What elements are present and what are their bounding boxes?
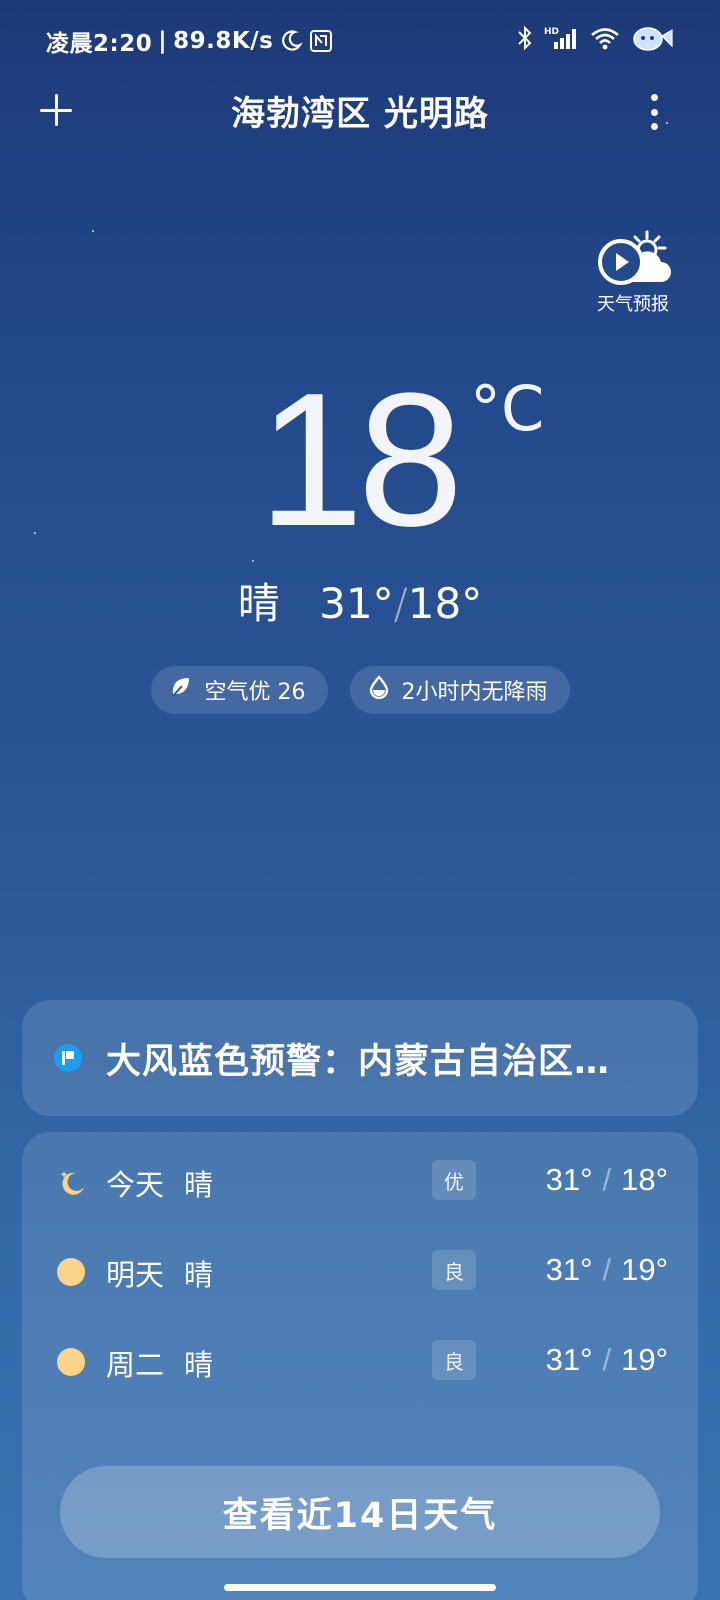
- header: 海勃湾区 光明路: [0, 80, 720, 144]
- day-high: 31°: [545, 1252, 593, 1287]
- day-low: 19°: [621, 1252, 668, 1287]
- day-name: 明天: [106, 1258, 165, 1292]
- current-temperature: 18: [258, 354, 463, 566]
- alert-flag-icon: [54, 1044, 82, 1072]
- temp-slash: /: [602, 1252, 612, 1287]
- sun-icon: [57, 1348, 85, 1376]
- rain-label: 2小时内无降雨: [401, 680, 548, 705]
- today-low: 18°: [407, 579, 483, 628]
- temp-slash: /: [602, 1342, 612, 1377]
- temperature-unit: °C: [470, 372, 545, 445]
- day-temps: 31° / 19°: [546, 1252, 668, 1288]
- daily-row-today[interactable]: 今天 晴 优 31° / 18°: [22, 1152, 698, 1212]
- nfc-icon: [309, 29, 333, 53]
- more-vertical-icon-dot: [650, 123, 658, 130]
- weather-alert-card[interactable]: 大风蓝色预警：内蒙古自治区…: [22, 1000, 698, 1116]
- moon-icon: [279, 29, 304, 53]
- rain-pill[interactable]: 2小时内无降雨: [349, 666, 570, 714]
- view-14-day-forecast-button[interactable]: 查看近14日天气: [60, 1466, 660, 1558]
- home-indicator[interactable]: [224, 1584, 496, 1591]
- water-drop-icon: [368, 675, 390, 705]
- battery-icon: [630, 24, 674, 52]
- day-condition: 晴: [184, 1348, 214, 1382]
- hd-signal-icon: HD: [544, 25, 580, 51]
- status-separator: |: [158, 28, 168, 54]
- current-temperature-block: 18 °C: [0, 360, 720, 560]
- star: [252, 560, 254, 562]
- status-left: 凌晨2:20 | 89.8K/s: [46, 24, 333, 58]
- temp-slash: /: [393, 579, 408, 628]
- info-pills: 空气优 26 2小时内无降雨: [0, 666, 720, 714]
- day-name: 今天: [106, 1168, 165, 1202]
- aqi-badge: 良: [432, 1340, 476, 1380]
- today-high: 31°: [319, 579, 394, 628]
- wifi-icon: [590, 26, 620, 50]
- status-time: 凌晨2:20: [46, 31, 153, 57]
- leaf-icon: [169, 675, 193, 705]
- location-title[interactable]: 海勃湾区 光明路: [0, 86, 720, 135]
- air-quality-label: 空气优 26: [204, 680, 306, 705]
- day-high: 31°: [545, 1162, 593, 1197]
- day-condition: 晴: [184, 1258, 214, 1292]
- crescent-moon-icon: [60, 1171, 84, 1195]
- daily-row-tomorrow[interactable]: 明天 晴 良 31° / 19°: [22, 1242, 698, 1302]
- daily-row-tuesday[interactable]: 周二 晴 良 31° / 19°: [22, 1332, 698, 1392]
- air-quality-pill[interactable]: 空气优 26: [150, 666, 328, 714]
- weather-forecast-video-button[interactable]: 天气预报: [588, 228, 678, 316]
- day-temps: 31° / 19°: [546, 1342, 668, 1378]
- weather-video-icon: [598, 230, 671, 285]
- condition-line: 晴 31°/18°: [0, 570, 720, 631]
- more-options-button[interactable]: [648, 94, 660, 130]
- alert-text: 大风蓝色预警：内蒙古自治区…: [106, 1041, 611, 1082]
- day-high: 31°: [545, 1342, 593, 1377]
- aqi-badge: 优: [432, 1160, 476, 1200]
- day-condition: 晴: [184, 1168, 214, 1202]
- status-net-speed: 89.8K/s: [173, 28, 274, 54]
- status-bar: 凌晨2:20 | 89.8K/s HD: [0, 22, 720, 58]
- bluetooth-icon: [516, 25, 534, 51]
- day-low: 19°: [621, 1342, 668, 1377]
- more-vertical-icon-dot: [650, 108, 658, 116]
- star: [92, 230, 94, 232]
- temp-slash: /: [602, 1162, 612, 1197]
- sun-icon: [57, 1258, 85, 1286]
- day-low: 18°: [621, 1162, 668, 1197]
- status-right: HD: [516, 24, 674, 52]
- aqi-badge: 良: [432, 1250, 476, 1290]
- day-name: 周二: [106, 1348, 165, 1382]
- day-temps: 31° / 18°: [546, 1162, 668, 1198]
- forecast-video-label: 天气预报: [597, 294, 669, 315]
- current-condition: 晴: [237, 579, 280, 628]
- more-vertical-icon-dot: [650, 94, 658, 101]
- svg-text:HD: HD: [544, 27, 559, 37]
